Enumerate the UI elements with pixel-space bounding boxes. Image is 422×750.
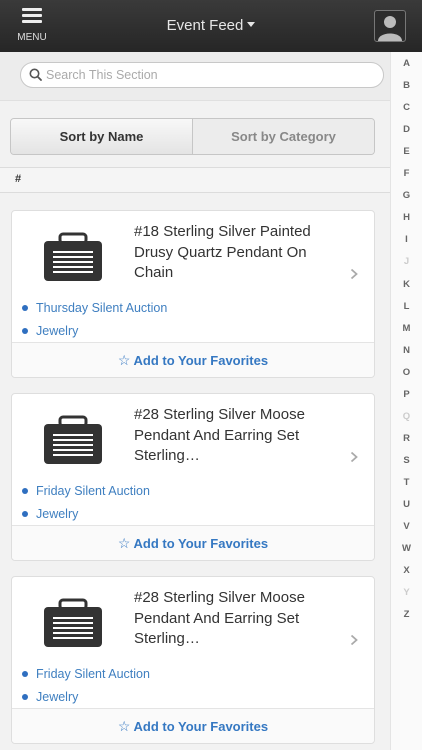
index-letter-w[interactable]: W [391, 543, 422, 554]
item-title: #28 Sterling Silver Moose Pendant And Ea… [134, 589, 305, 647]
alphabet-index: ABCDEFGHIJ KLMNOPQRSTUVWXYZ [390, 52, 422, 750]
search-field[interactable] [20, 62, 384, 88]
bullet-icon [22, 304, 28, 311]
index-letter-g[interactable]: G [391, 190, 422, 201]
index-letter-d[interactable]: D [391, 124, 422, 135]
category-tag-label: Jewelry [36, 324, 79, 338]
index-letter-u[interactable]: U [391, 499, 422, 510]
index-letter-t[interactable]: T [391, 477, 422, 488]
section-header-label: # [15, 173, 22, 185]
index-letter-f[interactable]: F [391, 168, 422, 179]
bullet-icon [22, 510, 28, 517]
index-letter-h[interactable]: H [391, 212, 422, 223]
auction-tag-label: Friday Silent Auction [36, 484, 150, 498]
chevron-right-icon [350, 268, 358, 280]
user-avatar-icon [378, 16, 402, 41]
bullet-icon [22, 670, 28, 677]
auction-tag-label: Friday Silent Auction [36, 667, 150, 681]
user-avatar-button[interactable] [374, 10, 406, 42]
search-icon [29, 68, 42, 81]
favorites-label: Add to Your Favorites [133, 719, 269, 734]
star-outline-icon: ☆ [117, 352, 131, 368]
item-title: #18 Sterling Silver Painted Drusy Quartz… [134, 223, 311, 281]
star-outline-icon: ☆ [117, 718, 131, 734]
category-tag-label: Jewelry [36, 690, 79, 704]
briefcase-icon [44, 415, 102, 464]
bullet-icon [22, 693, 28, 700]
search-input[interactable] [46, 65, 376, 85]
index-letter-b[interactable]: B [391, 80, 422, 91]
bullet-icon [22, 487, 28, 494]
sort-by-category-button[interactable]: Sort by Category [193, 119, 374, 154]
index-letter-a[interactable]: A [391, 58, 422, 69]
index-letter-o[interactable]: O [391, 367, 422, 378]
star-outline-icon: ☆ [117, 535, 131, 551]
sort-segmented-control: Sort by Name Sort by Category [10, 118, 375, 155]
auction-item-card[interactable]: #28 Sterling Silver Moose Pendant And Ea… [11, 393, 375, 561]
index-letter-k[interactable]: K [391, 279, 422, 290]
index-letter-p[interactable]: P [391, 389, 422, 400]
add-to-favorites-button[interactable]: ☆ Add to Your Favorites [12, 342, 374, 377]
hamburger-icon [22, 8, 42, 24]
bullet-icon [22, 327, 28, 334]
sort-by-name-button[interactable]: Sort by Name [11, 119, 193, 154]
section-header: # [0, 167, 390, 193]
category-tag[interactable]: Jewelry [22, 324, 78, 338]
index-letter-i[interactable]: I [391, 234, 422, 245]
briefcase-icon [44, 598, 102, 647]
page-title-text: Event Feed [166, 17, 244, 34]
index-letter-q[interactable]: Q [391, 411, 422, 422]
page-title: Event Feed [0, 17, 422, 34]
index-letter-j[interactable]: J [391, 256, 422, 267]
auction-item-card[interactable]: #18 Sterling Silver Painted Drusy Quartz… [11, 210, 375, 378]
category-tag[interactable]: Jewelry [22, 507, 78, 521]
menu-label: MENU [17, 32, 47, 43]
index-letter-c[interactable]: C [391, 102, 422, 113]
chevron-right-icon [350, 451, 358, 463]
add-to-favorites-button[interactable]: ☆ Add to Your Favorites [12, 525, 374, 560]
favorites-label: Add to Your Favorites [133, 353, 269, 368]
top-bar: MENU Event Feed [0, 0, 422, 53]
menu-button[interactable]: MENU [14, 8, 50, 43]
index-letter-y[interactable]: Y [391, 587, 422, 598]
index-letter-x[interactable]: X [391, 565, 422, 576]
index-letter-m[interactable]: M [391, 323, 422, 334]
index-letter-n[interactable]: N [391, 345, 422, 356]
index-letter-z[interactable]: Z [391, 609, 422, 620]
auction-item-card[interactable]: #28 Sterling Silver Moose Pendant And Ea… [11, 576, 375, 744]
category-tag-label: Jewelry [36, 507, 79, 521]
favorites-label: Add to Your Favorites [133, 536, 269, 551]
add-to-favorites-button[interactable]: ☆ Add to Your Favorites [12, 708, 374, 743]
index-letter-e[interactable]: E [391, 146, 422, 157]
index-letter-r[interactable]: R [391, 433, 422, 444]
category-tag[interactable]: Jewelry [22, 690, 78, 704]
auction-tag[interactable]: Friday Silent Auction [22, 484, 150, 498]
item-title: #28 Sterling Silver Moose Pendant And Ea… [134, 406, 305, 464]
event-feed-dropdown[interactable]: Event Feed [167, 17, 256, 34]
auction-tag-label: Thursday Silent Auction [36, 301, 168, 315]
auction-tag[interactable]: Friday Silent Auction [22, 667, 150, 681]
caret-down-icon [247, 22, 256, 27]
index-letter-l[interactable]: L [391, 301, 422, 312]
auction-tag[interactable]: Thursday Silent Auction [22, 301, 167, 315]
index-letter-s[interactable]: S [391, 455, 422, 466]
search-bar [0, 52, 390, 101]
chevron-right-icon [350, 634, 358, 646]
index-letter-v[interactable]: V [391, 521, 422, 532]
briefcase-icon [44, 232, 102, 281]
